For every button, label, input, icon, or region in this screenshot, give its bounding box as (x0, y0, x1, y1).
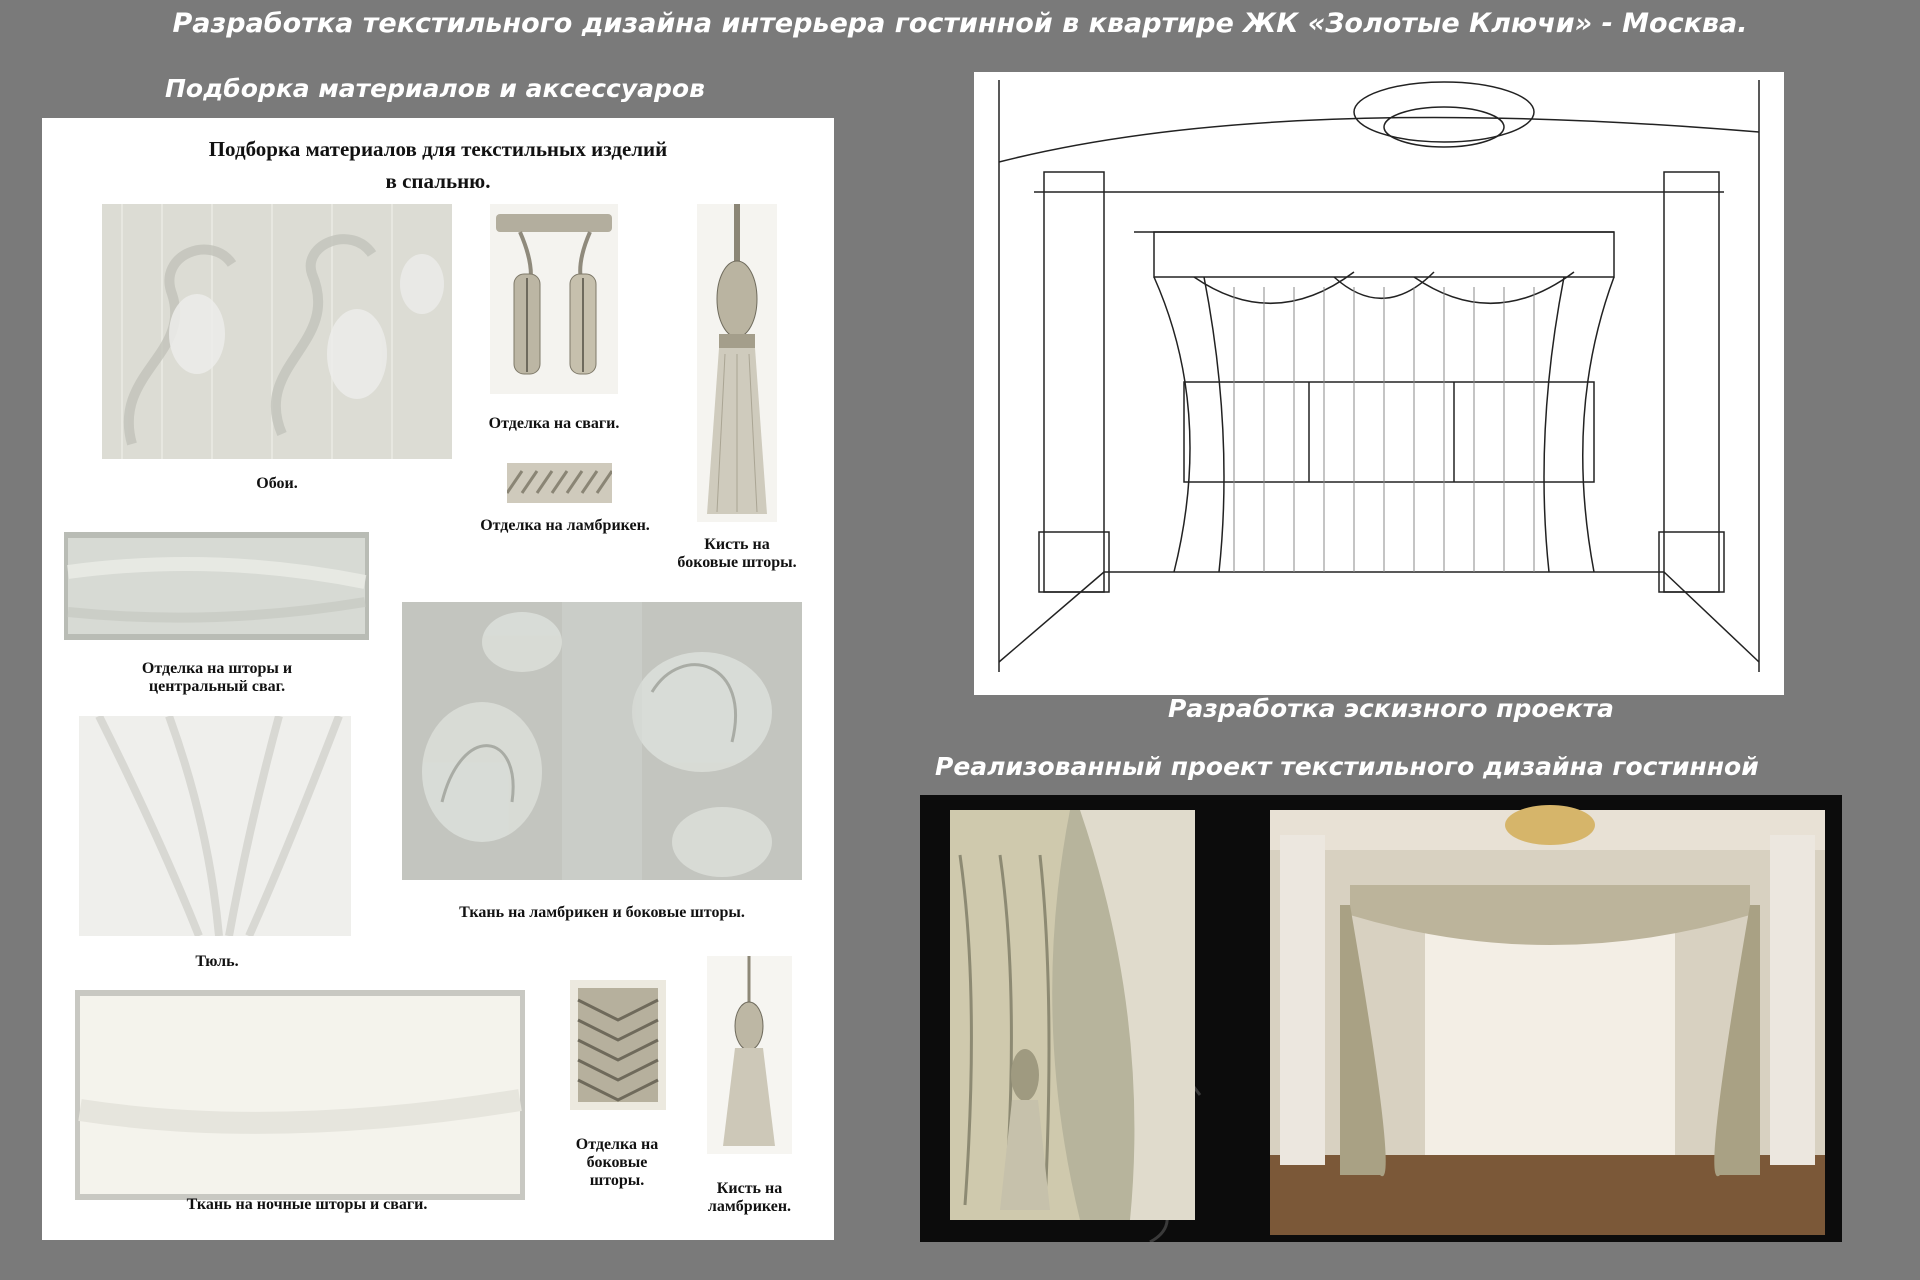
side-tassel-caption-line-1: Кисть на (704, 536, 770, 553)
lambrequin-tassel-caption: Кисть на ламбрикен. (692, 1180, 807, 1216)
tulle-caption-line: Тюль. (195, 953, 239, 970)
curtain-trim-caption-line-1: Отделка на шторы и (141, 660, 293, 677)
board-title: Подборка материалов для текстильных изде… (42, 133, 834, 197)
swag-trim-swatch (490, 204, 618, 394)
lambrequin-fabric-caption-line: Ткань на ламбрикен и боковые шторы. (459, 904, 745, 921)
lambrequin-tassel-caption-line-2: ламбрикен. (707, 1198, 792, 1215)
realized-project-photo (920, 795, 1842, 1242)
lambrequin-tassel-swatch (707, 956, 792, 1154)
sketch-drawing (974, 72, 1784, 695)
board-title-line-1: Подборка материалов для текстильных изде… (208, 137, 668, 161)
tulle-caption: Тюль. (152, 953, 282, 971)
wallpaper-swatch (102, 204, 452, 459)
side-tassel-swatch (697, 204, 777, 522)
lambrequin-fabric-swatch (402, 602, 802, 880)
board-title-line-2: в спальню. (385, 169, 491, 193)
night-fabric-caption-line: Ткань на ночные шторы и сваги. (186, 1196, 428, 1213)
lambrequin-trim-swatch (507, 463, 612, 503)
page-title: Разработка текстильного дизайна интерьер… (172, 8, 1748, 39)
side-trim-swatch (570, 980, 666, 1110)
tulle-swatch (79, 716, 351, 936)
curtain-trim-swatch (64, 532, 369, 640)
curtain-trim-caption-line-2: центральный сваг. (148, 678, 286, 695)
wallpaper-caption: Обои. (202, 475, 352, 493)
lambrequin-trim-caption: Отделка на ламбрикен. (462, 517, 668, 535)
curtain-trim-caption: Отделка на шторы и центральный сваг. (102, 660, 332, 696)
lambrequin-tassel-caption-line-1: Кисть на (716, 1180, 783, 1197)
sketch-caption: Разработка эскизного проекта (1168, 694, 1614, 723)
night-fabric-swatch (75, 990, 525, 1200)
materials-board: Подборка материалов для текстильных изде… (42, 118, 834, 1240)
photo-heading: Реализованный проект текстильного дизайн… (935, 752, 1759, 781)
side-trim-caption: Отделка на боковые шторы. (562, 1136, 672, 1190)
wallpaper-caption-line: Обои. (256, 475, 298, 492)
swag-trim-caption-line: Отделка на сваги. (488, 415, 620, 432)
lambrequin-fabric-caption: Ткань на ламбрикен и боковые шторы. (437, 904, 767, 922)
side-tassel-caption-line-2: боковые шторы. (677, 554, 797, 571)
side-trim-caption-line-1: Отделка на (575, 1136, 659, 1153)
lambrequin-trim-caption-line: Отделка на ламбрикен. (480, 517, 650, 534)
night-fabric-caption: Ткань на ночные шторы и сваги. (142, 1196, 472, 1214)
swag-trim-caption: Отделка на сваги. (462, 415, 646, 433)
side-trim-caption-line-3: шторы. (589, 1172, 645, 1189)
side-trim-caption-line-2: боковые (586, 1154, 648, 1171)
materials-heading: Подборка материалов и аксессуаров (165, 74, 705, 103)
side-tassel-caption: Кисть на боковые шторы. (662, 536, 812, 572)
